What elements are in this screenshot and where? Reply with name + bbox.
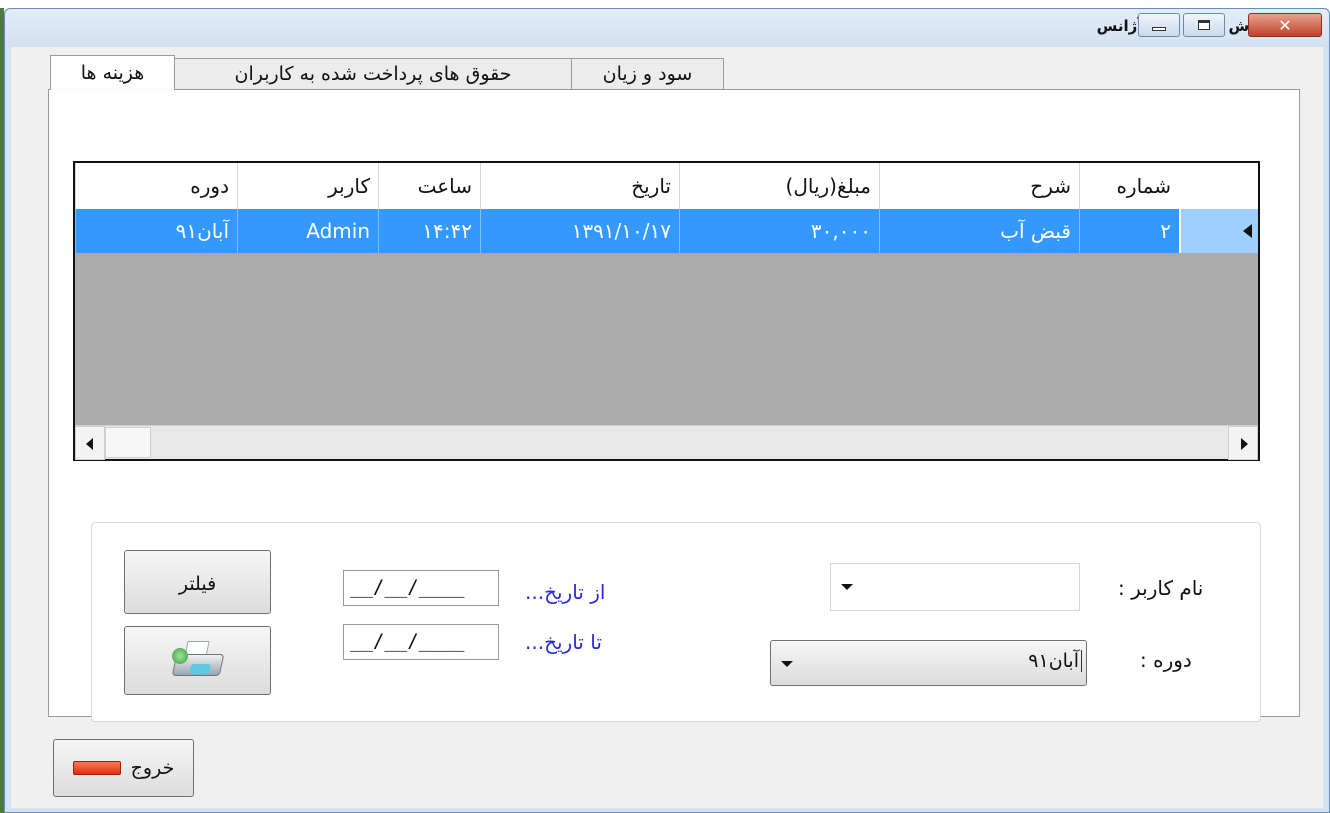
current-row-pointer-icon [1243, 224, 1252, 238]
exit-button[interactable]: خروج [53, 739, 194, 797]
cell-number[interactable]: ۲ [1079, 209, 1179, 253]
arrow-right-icon [1241, 438, 1248, 450]
to-date-input[interactable]: __/__/____ [343, 624, 499, 660]
close-button[interactable]: ✕ [1248, 13, 1322, 37]
scroll-thumb[interactable] [105, 427, 151, 458]
period-combo[interactable]: آبان۹۱ [770, 640, 1087, 686]
maximize-button[interactable] [1183, 13, 1225, 37]
grid-header: شماره شرح مبلغ(ریال) تاریخ ساعت کاربر دو… [75, 163, 1258, 209]
tab-expenses[interactable]: هزینه ها [50, 55, 175, 90]
user-name-combo[interactable] [830, 563, 1080, 611]
column-header-date[interactable]: تاریخ [480, 163, 679, 209]
period-value: آبان۹۱ [1028, 650, 1082, 672]
cell-time[interactable]: ۱۴:۴۲ [378, 209, 480, 253]
minimize-button[interactable] [1138, 13, 1180, 37]
arrow-left-icon [86, 438, 93, 450]
cell-user[interactable]: Admin [237, 209, 378, 253]
cell-amount[interactable]: ۳۰,۰۰۰ [679, 209, 879, 253]
to-date-label: تا تاریخ... [525, 630, 602, 654]
table-row[interactable]: ۲ قبض آب ۳۰,۰۰۰ ۱۳۹۱/۱۰/۱۷ ۱۴:۴۲ Admin آ… [75, 209, 1258, 253]
filter-button[interactable]: فیلتر [124, 550, 271, 614]
cell-period[interactable]: آبان۹۱ [75, 209, 237, 253]
printer-icon [168, 638, 228, 684]
row-header[interactable] [1179, 209, 1258, 253]
title-bar[interactable]: گزارش هزینه های آژانس ✕ [5, 9, 1329, 47]
from-date-label: از تاریخ... [525, 580, 606, 604]
chevron-down-icon [841, 584, 853, 590]
chevron-down-icon [781, 661, 793, 667]
from-date-input[interactable]: __/__/____ [343, 570, 499, 606]
column-header-number[interactable]: شماره [1079, 163, 1179, 209]
exit-icon [72, 761, 121, 775]
close-icon: ✕ [1278, 15, 1292, 35]
row-header-corner [1179, 163, 1258, 209]
horizontal-scrollbar[interactable] [75, 425, 1258, 460]
scroll-left-button[interactable] [75, 426, 105, 460]
minimize-icon [1152, 27, 1166, 31]
user-name-label: نام کاربر : [1118, 576, 1204, 600]
column-header-time[interactable]: ساعت [378, 163, 480, 209]
maximize-icon [1198, 20, 1210, 30]
cell-description[interactable]: قبض آب [879, 209, 1079, 253]
column-header-amount[interactable]: مبلغ(ریال) [679, 163, 879, 209]
tab-profit-loss[interactable]: سود و زیان [571, 58, 724, 89]
cell-date[interactable]: ۱۳۹۱/۱۰/۱۷ [480, 209, 679, 253]
column-header-description[interactable]: شرح [879, 163, 1079, 209]
print-button[interactable] [124, 626, 271, 695]
expenses-grid[interactable]: شماره شرح مبلغ(ریال) تاریخ ساعت کاربر دو… [73, 161, 1260, 461]
scroll-right-button[interactable] [1228, 426, 1258, 460]
column-header-user[interactable]: کاربر [237, 163, 378, 209]
period-label: دوره : [1140, 648, 1192, 672]
exit-label: خروج [130, 757, 175, 779]
column-header-period[interactable]: دوره [75, 163, 237, 209]
tab-user-salaries[interactable]: حقوق های پرداخت شده به کاربران [174, 58, 572, 89]
